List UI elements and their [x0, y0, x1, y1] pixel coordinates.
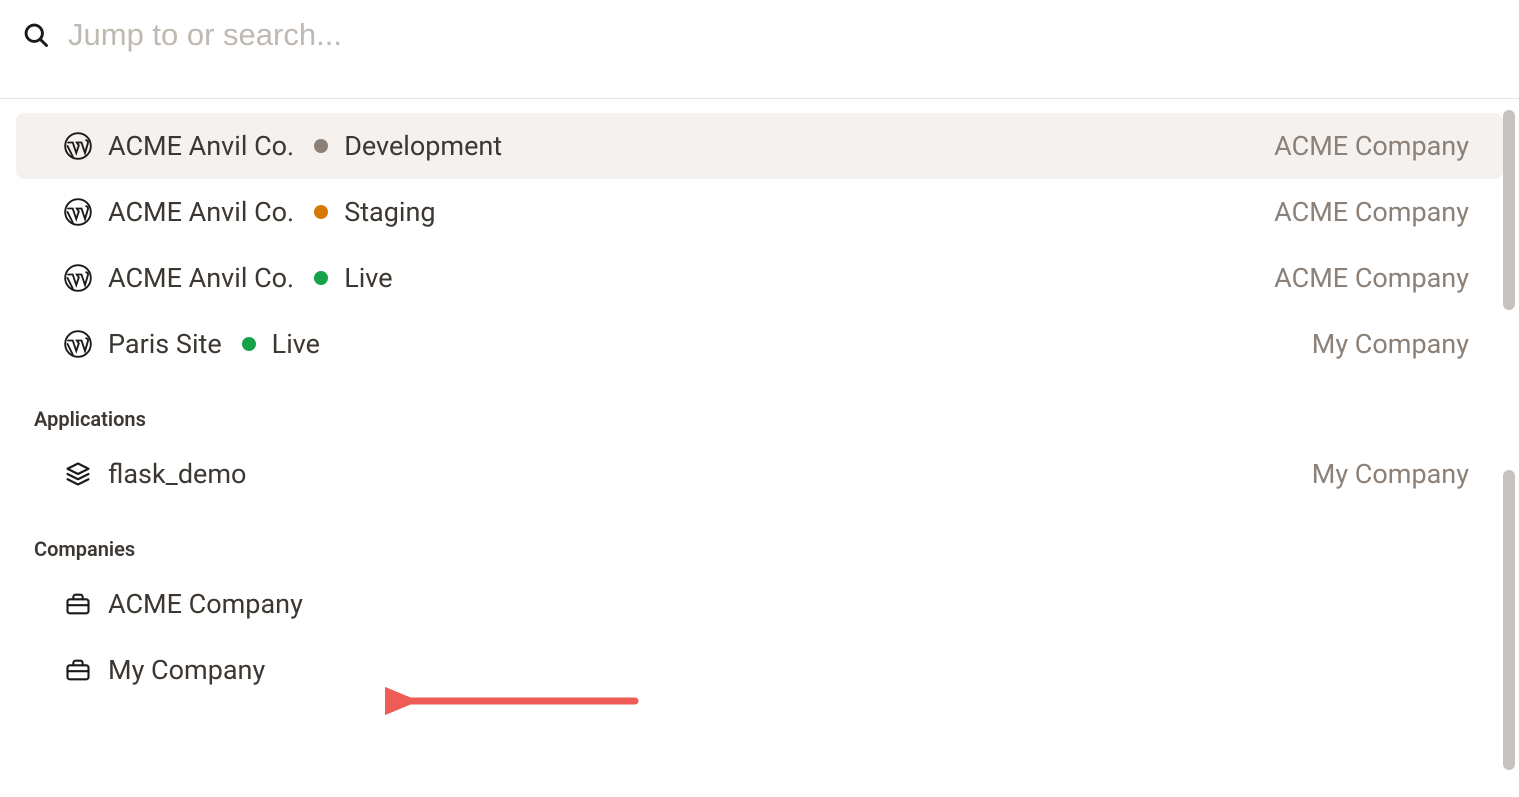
- section-header-companies: Companies: [0, 507, 1519, 571]
- site-name: ACME Anvil Co.: [108, 196, 294, 228]
- application-row[interactable]: flask_demo My Company: [16, 441, 1503, 507]
- company-label: ACME Company: [1274, 130, 1469, 162]
- company-label: My Company: [1312, 458, 1469, 490]
- wordpress-icon: [64, 132, 92, 160]
- scrollbar[interactable]: [1503, 110, 1515, 780]
- scrollbar-thumb[interactable]: [1503, 470, 1515, 770]
- site-name: ACME Anvil Co.: [108, 262, 294, 294]
- environment-label: Live: [272, 328, 320, 360]
- company-name: ACME Company: [108, 588, 303, 620]
- company-row[interactable]: ACME Company: [16, 571, 1503, 637]
- environment-label: Development: [344, 130, 502, 162]
- site-row[interactable]: ACME Anvil Co. Development ACME Company: [16, 113, 1503, 179]
- briefcase-icon: [64, 590, 92, 618]
- application-name: flask_demo: [108, 458, 246, 490]
- status-dot-live: [314, 271, 328, 285]
- wordpress-icon: [64, 330, 92, 358]
- status-dot-live: [242, 337, 256, 351]
- company-row[interactable]: My Company: [16, 637, 1503, 703]
- search-input[interactable]: [68, 17, 1497, 53]
- site-row[interactable]: ACME Anvil Co. Staging ACME Company: [16, 179, 1503, 245]
- site-name: Paris Site: [108, 328, 222, 360]
- briefcase-icon: [64, 656, 92, 684]
- site-row[interactable]: ACME Anvil Co. Live ACME Company: [16, 245, 1503, 311]
- search-bar: [0, 0, 1519, 70]
- scrollbar-thumb[interactable]: [1503, 110, 1515, 310]
- environment-label: Staging: [344, 196, 435, 228]
- company-label: My Company: [1312, 328, 1469, 360]
- wordpress-icon: [64, 264, 92, 292]
- site-name: ACME Anvil Co.: [108, 130, 294, 162]
- section-header-applications: Applications: [0, 377, 1519, 441]
- status-dot-staging: [314, 205, 328, 219]
- layers-icon: [64, 460, 92, 488]
- search-icon: [22, 21, 50, 49]
- company-name: My Company: [108, 654, 265, 686]
- environment-label: Live: [344, 262, 392, 294]
- site-row[interactable]: Paris Site Live My Company: [16, 311, 1503, 377]
- company-label: ACME Company: [1274, 196, 1469, 228]
- company-label: ACME Company: [1274, 262, 1469, 294]
- status-dot-dev: [314, 139, 328, 153]
- wordpress-icon: [64, 198, 92, 226]
- results-panel: ACME Anvil Co. Development ACME Company …: [0, 99, 1519, 796]
